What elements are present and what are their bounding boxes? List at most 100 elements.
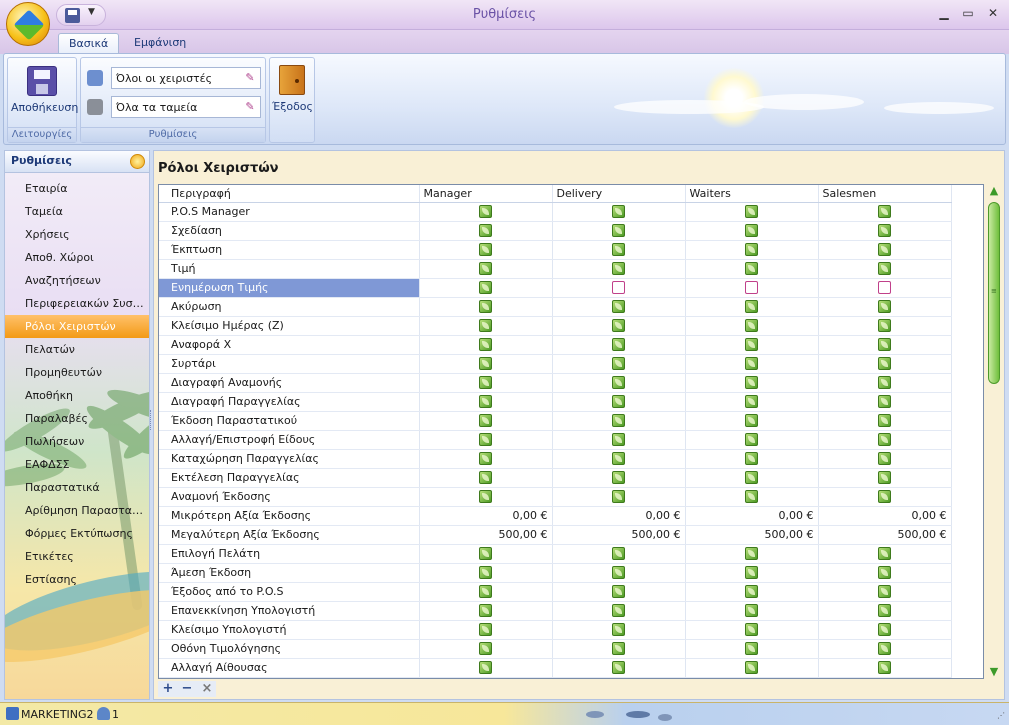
sidebar-item[interactable]: Παραλαβές — [5, 407, 149, 430]
checked-leaf-checkbox[interactable] — [479, 433, 492, 447]
amount-cell[interactable]: 0,00 € — [818, 506, 952, 526]
amount-cell[interactable]: 500,00 € — [419, 525, 553, 545]
checked-leaf-checkbox[interactable] — [612, 376, 625, 390]
checked-leaf-checkbox[interactable] — [479, 471, 492, 485]
checked-leaf-checkbox[interactable] — [479, 319, 492, 333]
sidebar-item[interactable]: Πωλήσεων — [5, 430, 149, 453]
checked-leaf-checkbox[interactable] — [878, 566, 891, 580]
scroll-down-icon[interactable]: ▼ — [987, 665, 1001, 679]
checked-leaf-checkbox[interactable] — [745, 471, 758, 485]
checked-leaf-checkbox[interactable] — [479, 642, 492, 656]
sidebar-item[interactable]: Προμηθευτών — [5, 361, 149, 384]
amount-cell[interactable]: 0,00 € — [685, 506, 819, 526]
checked-leaf-checkbox[interactable] — [745, 490, 758, 504]
amount-cell[interactable]: 500,00 € — [685, 525, 819, 545]
unchecked-checkbox[interactable] — [745, 281, 758, 295]
combo-dropdown-icon[interactable]: ✎ — [243, 100, 257, 114]
checked-leaf-checkbox[interactable] — [745, 395, 758, 409]
checked-leaf-checkbox[interactable] — [479, 414, 492, 428]
table-row[interactable]: Αναμονή Έκδοσης — [159, 487, 952, 507]
resize-grip-icon[interactable]: ⋰ — [997, 711, 1005, 720]
checked-leaf-checkbox[interactable] — [612, 319, 625, 333]
checked-leaf-checkbox[interactable] — [479, 338, 492, 352]
checked-leaf-checkbox[interactable] — [612, 452, 625, 466]
checked-leaf-checkbox[interactable] — [612, 243, 625, 257]
checked-leaf-checkbox[interactable] — [612, 604, 625, 618]
remove-row-button[interactable]: − — [179, 681, 195, 696]
checked-leaf-checkbox[interactable] — [612, 566, 625, 580]
checked-leaf-checkbox[interactable] — [878, 585, 891, 599]
table-row[interactable]: Διαγραφή Αναμονής — [159, 373, 952, 393]
checked-leaf-checkbox[interactable] — [878, 338, 891, 352]
checked-leaf-checkbox[interactable] — [479, 452, 492, 466]
tab-appearance[interactable]: Εμφάνιση — [124, 33, 196, 54]
checked-leaf-checkbox[interactable] — [612, 433, 625, 447]
table-row[interactable]: Έκπτωση — [159, 240, 952, 260]
column-header[interactable]: Waiters — [685, 185, 819, 203]
table-row[interactable]: Εκτέλεση Παραγγελίας — [159, 468, 952, 488]
unchecked-checkbox[interactable] — [612, 281, 625, 295]
registers-combo[interactable]: Όλα τα ταμεία ✎ — [111, 96, 261, 118]
checked-leaf-checkbox[interactable] — [479, 376, 492, 390]
checked-leaf-checkbox[interactable] — [479, 395, 492, 409]
checked-leaf-checkbox[interactable] — [479, 566, 492, 580]
checked-leaf-checkbox[interactable] — [479, 585, 492, 599]
table-row[interactable]: Σχεδίαση — [159, 221, 952, 241]
checked-leaf-checkbox[interactable] — [479, 281, 492, 295]
table-row[interactable]: Κλείσιμο Υπολογιστή — [159, 620, 952, 640]
amount-cell[interactable]: 0,00 € — [552, 506, 686, 526]
close-icon[interactable]: ✕ — [985, 6, 1001, 20]
checked-leaf-checkbox[interactable] — [612, 623, 625, 637]
checked-leaf-checkbox[interactable] — [745, 585, 758, 599]
checked-leaf-checkbox[interactable] — [479, 243, 492, 257]
checked-leaf-checkbox[interactable] — [878, 414, 891, 428]
checked-leaf-checkbox[interactable] — [745, 414, 758, 428]
checked-leaf-checkbox[interactable] — [745, 300, 758, 314]
checked-leaf-checkbox[interactable] — [745, 338, 758, 352]
minimize-icon[interactable]: ▁ — [936, 6, 952, 20]
add-row-button[interactable]: + — [160, 681, 176, 696]
checked-leaf-checkbox[interactable] — [745, 262, 758, 276]
checked-leaf-checkbox[interactable] — [612, 471, 625, 485]
checked-leaf-checkbox[interactable] — [612, 642, 625, 656]
table-row[interactable]: Ακύρωση — [159, 297, 952, 317]
table-row[interactable]: Αλλαγή Αίθουσας — [159, 658, 952, 678]
checked-leaf-checkbox[interactable] — [745, 547, 758, 561]
checked-leaf-checkbox[interactable] — [878, 224, 891, 238]
table-row[interactable]: Έξοδος από το P.O.S — [159, 582, 952, 602]
checked-leaf-checkbox[interactable] — [745, 433, 758, 447]
combo-dropdown-icon[interactable]: ✎ — [243, 71, 257, 85]
checked-leaf-checkbox[interactable] — [878, 357, 891, 371]
table-row[interactable]: Κλείσιμο Ημέρας (Z) — [159, 316, 952, 336]
scroll-up-icon[interactable]: ▲ — [987, 184, 1001, 198]
checked-leaf-checkbox[interactable] — [612, 547, 625, 561]
checked-leaf-checkbox[interactable] — [612, 262, 625, 276]
checked-leaf-checkbox[interactable] — [745, 224, 758, 238]
cancel-edit-button[interactable]: × — [199, 681, 215, 696]
checked-leaf-checkbox[interactable] — [878, 642, 891, 656]
checked-leaf-checkbox[interactable] — [612, 300, 625, 314]
vertical-scrollbar[interactable]: ▲ ≡ ▼ — [986, 184, 1002, 679]
checked-leaf-checkbox[interactable] — [878, 433, 891, 447]
sidebar-item[interactable]: Παραστατικά — [5, 476, 149, 499]
checked-leaf-checkbox[interactable] — [878, 243, 891, 257]
table-row[interactable]: Καταχώρηση Παραγγελίας — [159, 449, 952, 469]
table-row[interactable]: Οθόνη Τιμολόγησης — [159, 639, 952, 659]
table-row[interactable]: Διαγραφή Παραγγελίας — [159, 392, 952, 412]
sidebar-item[interactable]: Αρίθμηση Παραστατικών — [5, 499, 149, 522]
checked-leaf-checkbox[interactable] — [479, 661, 492, 675]
checked-leaf-checkbox[interactable] — [878, 376, 891, 390]
checked-leaf-checkbox[interactable] — [878, 661, 891, 675]
checked-leaf-checkbox[interactable] — [745, 566, 758, 580]
app-menu-button[interactable] — [6, 2, 50, 46]
table-row[interactable]: P.O.S Manager — [159, 202, 952, 222]
table-row[interactable]: Επανεκκίνηση Υπολογιστή — [159, 601, 952, 621]
save-button[interactable]: Αποθήκευση — [11, 66, 78, 114]
table-row[interactable]: Μεγαλύτερη Αξία Έκδοσης 500,00 €500,00 €5… — [159, 525, 952, 545]
sidebar-item[interactable]: Φόρμες Εκτύπωσης — [5, 522, 149, 545]
exit-button[interactable]: Έξοδος — [272, 65, 313, 113]
checked-leaf-checkbox[interactable] — [878, 490, 891, 504]
table-row[interactable]: Αναφορά X — [159, 335, 952, 355]
sidebar-item[interactable]: Εστίασης — [5, 568, 149, 591]
column-header[interactable]: Delivery — [552, 185, 686, 203]
